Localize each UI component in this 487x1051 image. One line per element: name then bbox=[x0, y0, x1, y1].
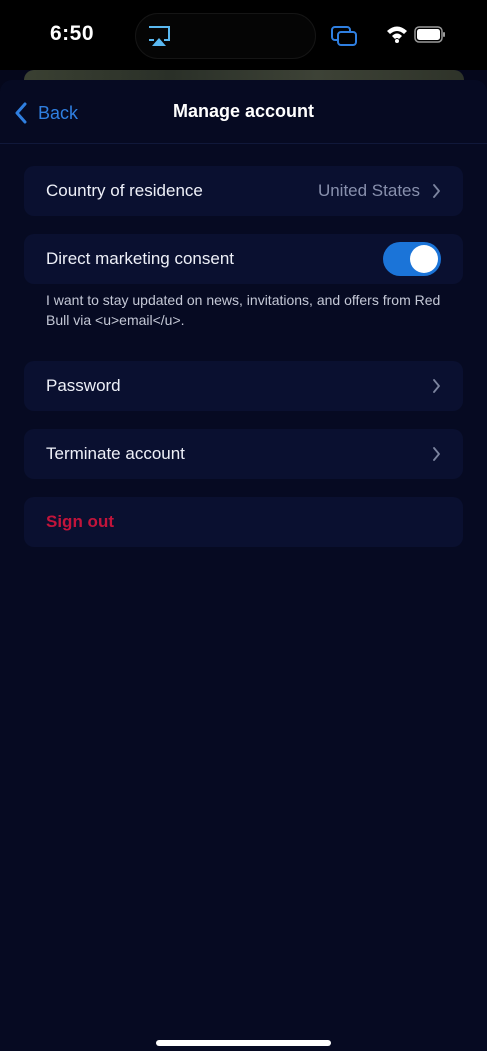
marketing-consent-label: Direct marketing consent bbox=[46, 249, 235, 268]
marketing-consent-row: Direct marketing consent bbox=[24, 234, 463, 284]
manage-account-screen: 6:50 Back Manage account Country of resi… bbox=[0, 0, 487, 1051]
airplay-icon bbox=[149, 26, 170, 46]
marketing-consent-description: I want to stay updated on news, invitati… bbox=[46, 292, 441, 328]
screen-mirror-icon bbox=[331, 26, 357, 46]
marketing-consent-toggle[interactable] bbox=[383, 242, 441, 276]
chevron-right-icon bbox=[433, 184, 440, 198]
terminate-account-label: Terminate account bbox=[46, 444, 185, 463]
password-label: Password bbox=[46, 376, 121, 395]
home-indicator[interactable] bbox=[156, 1040, 331, 1046]
chevron-right-icon bbox=[433, 379, 440, 393]
sign-out-button[interactable]: Sign out bbox=[24, 497, 463, 547]
status-time: 6:50 bbox=[50, 22, 95, 45]
password-row[interactable]: Password bbox=[24, 361, 463, 411]
country-value: United States bbox=[317, 181, 420, 200]
terminate-account-row[interactable]: Terminate account bbox=[24, 429, 463, 479]
country-label: Country of residence bbox=[46, 181, 203, 200]
battery-icon bbox=[414, 26, 445, 43]
country-of-residence-row[interactable]: Country of residence United States bbox=[24, 166, 463, 216]
sign-out-label: Sign out bbox=[46, 512, 114, 531]
settings-sheet bbox=[0, 80, 487, 1051]
status-bar: 6:50 bbox=[0, 0, 487, 70]
chevron-right-icon bbox=[433, 447, 440, 461]
wifi-icon bbox=[387, 26, 407, 43]
page-title: Manage account bbox=[172, 101, 315, 121]
toggle-knob bbox=[410, 245, 438, 273]
